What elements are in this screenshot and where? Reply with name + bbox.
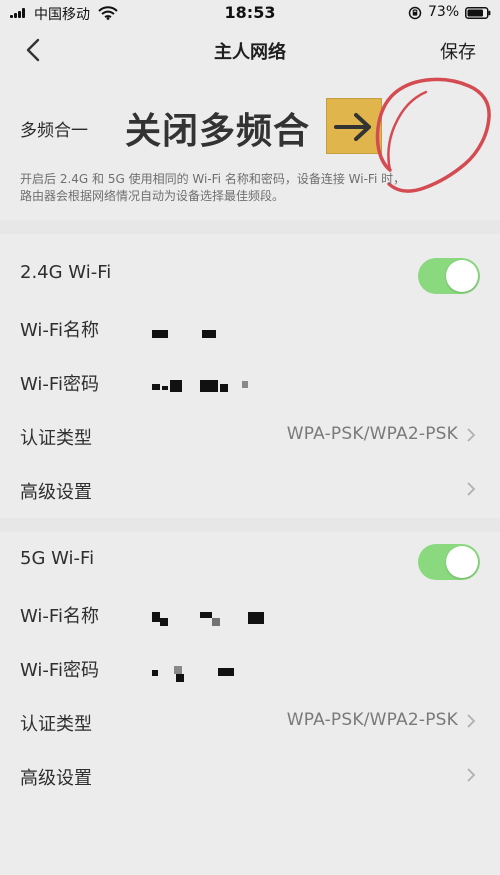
wifi-5g-toggle[interactable] bbox=[418, 544, 480, 580]
wifi-5g-title: 5G Wi-Fi bbox=[20, 548, 95, 569]
chevron-right-icon bbox=[467, 482, 476, 496]
battery-percent: 73% bbox=[428, 4, 460, 20]
chevron-right-icon bbox=[467, 768, 476, 782]
wifi-5g-password-row[interactable]: Wi-Fi密码 bbox=[0, 642, 500, 696]
toggle-knob bbox=[446, 260, 478, 292]
auth-type-value: WPA-PSK/WPA2-PSK bbox=[286, 710, 458, 730]
wifi-password-label: Wi-Fi密码 bbox=[20, 374, 99, 395]
chevron-right-icon bbox=[467, 714, 476, 728]
router-settings-screen: 中国移动 18:53 73% 主人网络 保存 多频合一 关闭多频合 开启后 2.… bbox=[0, 0, 500, 875]
toggle-knob bbox=[446, 546, 478, 578]
wifi-2g-password-row[interactable]: Wi-Fi密码 bbox=[0, 356, 500, 410]
wifi-password-masked-value bbox=[152, 368, 272, 398]
wifi-password-masked-value bbox=[152, 654, 272, 684]
navigation-bar: 主人网络 保存 bbox=[0, 26, 500, 74]
auth-type-label: 认证类型 bbox=[20, 714, 92, 735]
wifi-name-masked-value bbox=[152, 314, 272, 344]
chevron-right-icon bbox=[467, 428, 476, 442]
wifi-name-label: Wi-Fi名称 bbox=[20, 320, 99, 341]
save-button[interactable]: 保存 bbox=[440, 38, 476, 64]
clock: 18:53 bbox=[224, 3, 276, 22]
advanced-settings-label: 高级设置 bbox=[20, 482, 92, 503]
wifi-2g-advanced-row[interactable]: 高级设置 bbox=[0, 464, 500, 518]
wifi-5g-auth-row[interactable]: 认证类型 WPA-PSK/WPA2-PSK bbox=[0, 696, 500, 750]
advanced-settings-label: 高级设置 bbox=[20, 768, 92, 789]
page-title: 主人网络 bbox=[214, 42, 286, 63]
wifi-5g-name-row[interactable]: Wi-Fi名称 bbox=[0, 588, 500, 642]
wifi-name-masked-value bbox=[152, 600, 272, 630]
auth-type-value: WPA-PSK/WPA2-PSK bbox=[286, 424, 458, 444]
wifi-2g-toggle[interactable] bbox=[418, 258, 480, 294]
wifi-2g-auth-row[interactable]: 认证类型 WPA-PSK/WPA2-PSK bbox=[0, 410, 500, 464]
battery-icon bbox=[465, 7, 491, 19]
wifi-name-label: Wi-Fi名称 bbox=[20, 606, 99, 627]
section-divider bbox=[0, 220, 500, 234]
section-divider bbox=[0, 518, 500, 532]
wifi-2g-toggle-row: 2.4G Wi-Fi bbox=[0, 248, 500, 302]
multi-band-description: 开启后 2.4G 和 5G 使用相同的 Wi-Fi 名称和密码，设备连接 Wi-… bbox=[20, 172, 406, 203]
wifi-5g-toggle-row: 5G Wi-Fi bbox=[0, 534, 500, 588]
wifi-password-label: Wi-Fi密码 bbox=[20, 660, 99, 681]
wifi-2g-title: 2.4G Wi-Fi bbox=[20, 262, 112, 283]
multi-band-label: 多频合一 bbox=[20, 121, 88, 141]
status-bar: 中国移动 18:53 73% bbox=[0, 0, 500, 26]
wifi-5g-advanced-row[interactable]: 高级设置 bbox=[0, 750, 500, 804]
auth-type-label: 认证类型 bbox=[20, 428, 92, 449]
annotation-text: 关闭多频合 bbox=[125, 111, 311, 152]
rotation-lock-icon bbox=[408, 6, 422, 20]
multi-band-section: 多频合一 关闭多频合 开启后 2.4G 和 5G 使用相同的 Wi-Fi 名称和… bbox=[0, 77, 500, 220]
wifi-2g-name-row[interactable]: Wi-Fi名称 bbox=[0, 302, 500, 356]
